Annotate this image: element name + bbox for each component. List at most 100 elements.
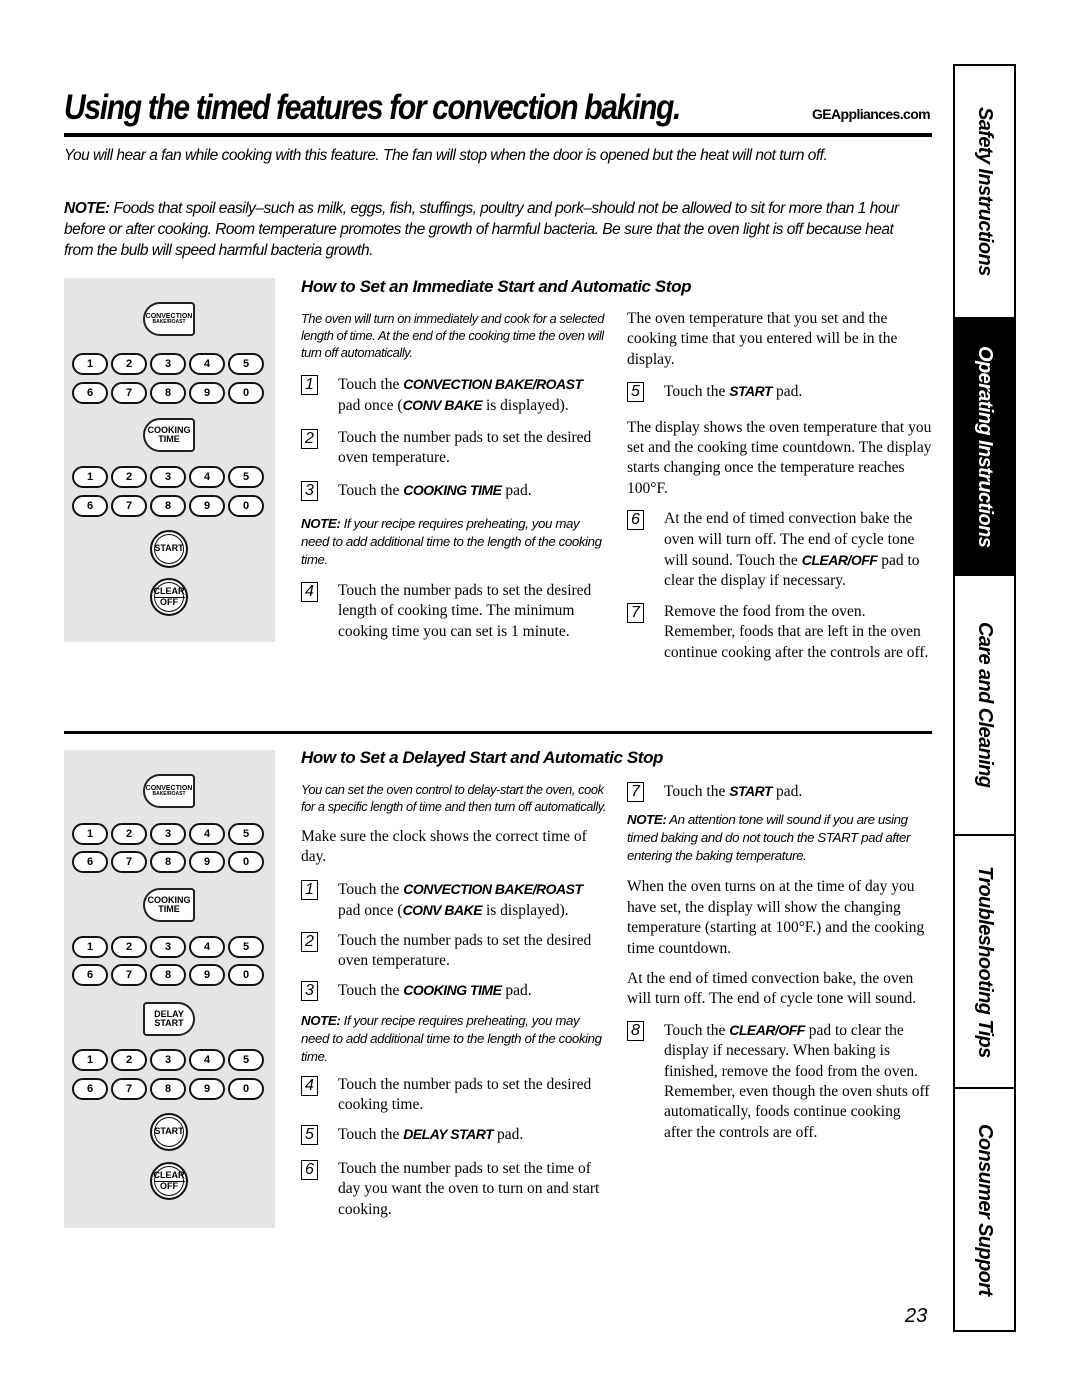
tab-operating-instructions[interactable]: Operating Instructions	[955, 317, 1014, 574]
step-1: 1 Touch the CONVECTION BAKE/ROAST pad on…	[301, 374, 606, 417]
tab-label: Care and Cleaning	[974, 622, 996, 788]
attention-tone-note: NOTE: An attention tone will sound if yo…	[627, 811, 932, 865]
step-4: 4 Touch the number pads to set the desir…	[301, 581, 606, 642]
keyword: START	[729, 383, 773, 400]
start-pad: START	[150, 1113, 188, 1151]
step-6: 6 At the end of timed convection bake th…	[627, 509, 932, 592]
number-pad-4: 4	[189, 466, 225, 488]
number-pad-2: 2	[111, 823, 147, 845]
number-pad-3: 3	[150, 1049, 186, 1071]
step-3: 3 Touch the COOKING TIME pad.	[301, 980, 606, 1002]
cooking-time-pad: COOKING TIME	[143, 888, 195, 922]
tab-troubleshooting-tips[interactable]: Troubleshooting Tips	[955, 834, 1014, 1087]
number-pad-4: 4	[189, 353, 225, 375]
note-label: NOTE:	[301, 1012, 341, 1028]
step-2: 2 Touch the number pads to set the desir…	[301, 428, 606, 469]
number-pad-7: 7	[111, 495, 147, 517]
number-pad-row: 1 2 3 4 5	[72, 1049, 264, 1071]
number-pad-6: 6	[72, 964, 108, 986]
number-pad-2: 2	[111, 353, 147, 375]
step-number: 7	[627, 782, 644, 802]
step-number: 8	[627, 1020, 644, 1041]
pad-label: OFF	[160, 596, 178, 607]
keyword: CLEAR/OFF	[729, 1021, 805, 1038]
immediate-intro: The oven will turn on immediately and co…	[301, 311, 604, 360]
text: Touch the	[664, 383, 730, 401]
number-pad-3: 3	[150, 823, 186, 845]
step-number: 5	[301, 1124, 318, 1145]
number-pad-8: 8	[150, 851, 186, 873]
fan-intro: You will hear a fan while cooking with t…	[64, 147, 828, 164]
text: is displayed).	[482, 902, 569, 920]
pad-label: TIME	[158, 434, 180, 444]
text: Touch the	[338, 982, 404, 1000]
number-pad-row: 6 7 8 9 0	[72, 851, 264, 873]
step-text: Touch the COOKING TIME pad.	[338, 480, 532, 501]
tab-safety-instructions[interactable]: Safety Instructions	[955, 66, 1014, 317]
step-number: 2	[301, 931, 318, 952]
number-pad-7: 7	[111, 1078, 147, 1100]
number-pad-3: 3	[150, 353, 186, 375]
text: Touch the	[338, 481, 404, 499]
note-label: NOTE:	[64, 200, 110, 217]
number-pad-1: 1	[72, 353, 108, 375]
number-pad-7: 7	[111, 382, 147, 404]
section-divider	[64, 731, 932, 734]
number-pad-row: 1 2 3 4 5	[72, 936, 264, 958]
pad-label: TIME	[158, 904, 180, 914]
keyword: COOKING TIME	[403, 982, 502, 999]
number-pad-5: 5	[228, 936, 264, 958]
step-number: 4	[301, 1075, 318, 1096]
note-text: If your recipe requires preheating, you …	[301, 516, 602, 568]
text: pad.	[493, 1125, 524, 1143]
section-heading-delayed: How to Set a Delayed Start and Automatic…	[301, 748, 664, 767]
number-pad-0: 0	[228, 495, 264, 517]
step-number: 3	[301, 981, 318, 1002]
keyword: CLEAR/OFF	[801, 552, 878, 569]
delayed-intro: You can set the oven control to delay-st…	[301, 782, 607, 814]
cooking-time-pad: COOKING TIME	[143, 418, 195, 452]
note-label: NOTE:	[627, 812, 667, 828]
number-pad-2: 2	[111, 936, 147, 958]
title-rule	[64, 133, 932, 137]
keyword: DELAY START	[403, 1125, 494, 1142]
number-pad-row: 6 7 8 9 0	[72, 495, 264, 517]
step-8: 8 Touch the CLEAR/OFF pad to clear the d…	[627, 1020, 932, 1143]
text: pad once (	[338, 902, 403, 920]
step-text: Touch the number pads to set the desired…	[338, 1075, 592, 1114]
step-5: 5 Touch the DELAY START pad.	[301, 1124, 606, 1145]
text: Touch the	[338, 376, 404, 393]
keypad-illustration-immediate: CONVECTION BAKE/ROAST 1 2 3 4 5 6 7 8 9 …	[64, 278, 275, 642]
tab-consumer-support[interactable]: Consumer Support	[955, 1087, 1014, 1330]
step-number: 1	[301, 879, 318, 900]
pad-label: OFF	[160, 1180, 178, 1191]
pad-label: START	[154, 543, 184, 554]
keyword: CONV BAKE	[402, 397, 483, 414]
number-pad-6: 6	[72, 851, 108, 873]
number-pad-4: 4	[189, 823, 225, 845]
delayed-column-right: 7 Touch the START pad. NOTE: An attentio…	[627, 781, 932, 1143]
keyword: START	[729, 783, 773, 799]
delayed-column-left: You can set the oven control to delay-st…	[301, 781, 606, 1220]
clock-text: Make sure the clock shows the correct ti…	[301, 828, 587, 866]
step-number: 7	[627, 602, 644, 623]
text: pad to clear the display if necessary. W…	[664, 1021, 930, 1141]
tab-care-and-cleaning[interactable]: Care and Cleaning	[955, 574, 1014, 834]
number-pad-0: 0	[228, 964, 264, 986]
page-title: Using the timed features for convection …	[64, 88, 681, 127]
step-text: Touch the number pads to set the desired…	[338, 428, 592, 467]
step-2: 2 Touch the number pads to set the desir…	[301, 931, 606, 972]
step-number: 6	[301, 1160, 318, 1181]
step-number: 2	[301, 428, 318, 449]
step-text: Remove the food from the oven. Remember,…	[664, 602, 929, 661]
tab-label: Safety Instructions	[974, 107, 996, 276]
step-4: 4 Touch the number pads to set the desir…	[301, 1075, 606, 1116]
number-pad-5: 5	[228, 466, 264, 488]
step-number: 3	[301, 480, 318, 501]
pad-label: BAKE/ROAST	[152, 319, 186, 326]
tab-label: Consumer Support	[974, 1123, 996, 1296]
number-pad-5: 5	[228, 1049, 264, 1071]
pad-label: BAKE/ROAST	[152, 791, 186, 798]
step-7: 7 Touch the START pad.	[627, 781, 932, 802]
step-number: 1	[301, 375, 318, 395]
